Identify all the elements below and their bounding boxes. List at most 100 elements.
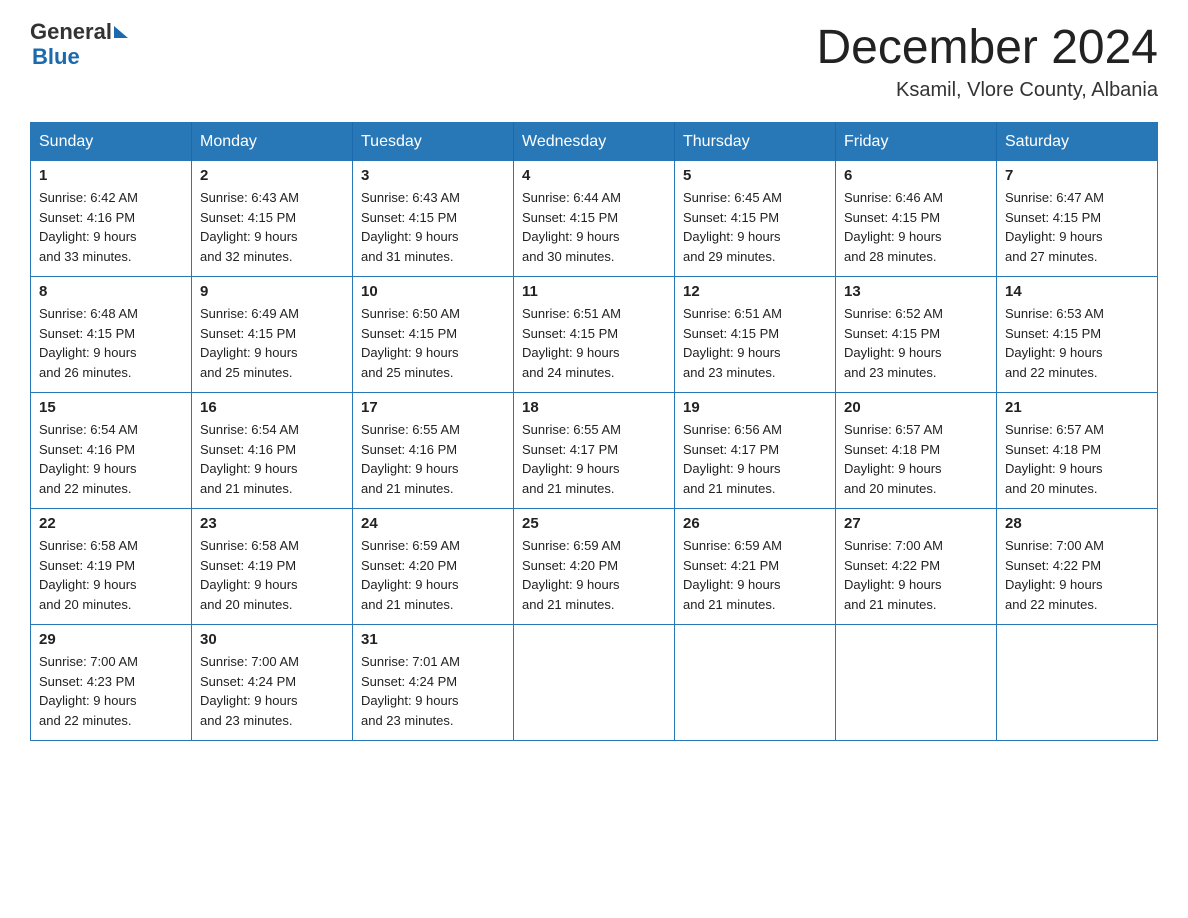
day-number: 16 xyxy=(200,399,344,416)
day-number: 28 xyxy=(1005,515,1149,532)
calendar-cell: 15 Sunrise: 6:54 AMSunset: 4:16 PMDaylig… xyxy=(31,393,192,509)
day-info: Sunrise: 6:56 AMSunset: 4:17 PMDaylight:… xyxy=(683,420,827,498)
calendar-cell: 1 Sunrise: 6:42 AMSunset: 4:16 PMDayligh… xyxy=(31,161,192,277)
calendar-header-row: SundayMondayTuesdayWednesdayThursdayFrid… xyxy=(31,123,1158,162)
day-number: 9 xyxy=(200,283,344,300)
calendar-cell: 14 Sunrise: 6:53 AMSunset: 4:15 PMDaylig… xyxy=(997,277,1158,393)
calendar-cell: 22 Sunrise: 6:58 AMSunset: 4:19 PMDaylig… xyxy=(31,509,192,625)
calendar-cell: 24 Sunrise: 6:59 AMSunset: 4:20 PMDaylig… xyxy=(353,509,514,625)
day-info: Sunrise: 6:53 AMSunset: 4:15 PMDaylight:… xyxy=(1005,304,1149,382)
day-info: Sunrise: 6:51 AMSunset: 4:15 PMDaylight:… xyxy=(683,304,827,382)
calendar-cell: 6 Sunrise: 6:46 AMSunset: 4:15 PMDayligh… xyxy=(836,161,997,277)
day-info: Sunrise: 6:48 AMSunset: 4:15 PMDaylight:… xyxy=(39,304,183,382)
calendar-cell xyxy=(514,625,675,741)
calendar-cell: 16 Sunrise: 6:54 AMSunset: 4:16 PMDaylig… xyxy=(192,393,353,509)
logo-text-blue: Blue xyxy=(30,44,128,70)
day-info: Sunrise: 7:01 AMSunset: 4:24 PMDaylight:… xyxy=(361,652,505,730)
day-info: Sunrise: 6:42 AMSunset: 4:16 PMDaylight:… xyxy=(39,188,183,266)
calendar-cell: 11 Sunrise: 6:51 AMSunset: 4:15 PMDaylig… xyxy=(514,277,675,393)
day-number: 10 xyxy=(361,283,505,300)
calendar-cell: 8 Sunrise: 6:48 AMSunset: 4:15 PMDayligh… xyxy=(31,277,192,393)
day-info: Sunrise: 6:44 AMSunset: 4:15 PMDaylight:… xyxy=(522,188,666,266)
calendar-cell: 7 Sunrise: 6:47 AMSunset: 4:15 PMDayligh… xyxy=(997,161,1158,277)
calendar-cell: 12 Sunrise: 6:51 AMSunset: 4:15 PMDaylig… xyxy=(675,277,836,393)
day-number: 18 xyxy=(522,399,666,416)
day-number: 20 xyxy=(844,399,988,416)
day-number: 21 xyxy=(1005,399,1149,416)
day-number: 2 xyxy=(200,167,344,184)
col-header-wednesday: Wednesday xyxy=(514,123,675,162)
day-info: Sunrise: 6:59 AMSunset: 4:20 PMDaylight:… xyxy=(522,536,666,614)
day-info: Sunrise: 6:47 AMSunset: 4:15 PMDaylight:… xyxy=(1005,188,1149,266)
calendar-cell: 2 Sunrise: 6:43 AMSunset: 4:15 PMDayligh… xyxy=(192,161,353,277)
day-number: 11 xyxy=(522,283,666,300)
calendar-cell: 23 Sunrise: 6:58 AMSunset: 4:19 PMDaylig… xyxy=(192,509,353,625)
calendar-cell: 9 Sunrise: 6:49 AMSunset: 4:15 PMDayligh… xyxy=(192,277,353,393)
calendar-cell: 31 Sunrise: 7:01 AMSunset: 4:24 PMDaylig… xyxy=(353,625,514,741)
week-row-1: 1 Sunrise: 6:42 AMSunset: 4:16 PMDayligh… xyxy=(31,161,1158,277)
day-info: Sunrise: 6:57 AMSunset: 4:18 PMDaylight:… xyxy=(844,420,988,498)
calendar-cell: 20 Sunrise: 6:57 AMSunset: 4:18 PMDaylig… xyxy=(836,393,997,509)
week-row-4: 22 Sunrise: 6:58 AMSunset: 4:19 PMDaylig… xyxy=(31,509,1158,625)
day-number: 22 xyxy=(39,515,183,532)
calendar-cell: 17 Sunrise: 6:55 AMSunset: 4:16 PMDaylig… xyxy=(353,393,514,509)
day-info: Sunrise: 6:54 AMSunset: 4:16 PMDaylight:… xyxy=(39,420,183,498)
day-number: 8 xyxy=(39,283,183,300)
day-number: 7 xyxy=(1005,167,1149,184)
calendar-cell: 29 Sunrise: 7:00 AMSunset: 4:23 PMDaylig… xyxy=(31,625,192,741)
day-number: 3 xyxy=(361,167,505,184)
day-number: 6 xyxy=(844,167,988,184)
day-info: Sunrise: 6:54 AMSunset: 4:16 PMDaylight:… xyxy=(200,420,344,498)
day-number: 27 xyxy=(844,515,988,532)
day-number: 31 xyxy=(361,631,505,648)
day-number: 14 xyxy=(1005,283,1149,300)
calendar-cell: 25 Sunrise: 6:59 AMSunset: 4:20 PMDaylig… xyxy=(514,509,675,625)
calendar-cell xyxy=(997,625,1158,741)
calendar-cell: 3 Sunrise: 6:43 AMSunset: 4:15 PMDayligh… xyxy=(353,161,514,277)
col-header-monday: Monday xyxy=(192,123,353,162)
day-info: Sunrise: 6:57 AMSunset: 4:18 PMDaylight:… xyxy=(1005,420,1149,498)
calendar-cell: 18 Sunrise: 6:55 AMSunset: 4:17 PMDaylig… xyxy=(514,393,675,509)
day-info: Sunrise: 6:49 AMSunset: 4:15 PMDaylight:… xyxy=(200,304,344,382)
calendar-cell: 10 Sunrise: 6:50 AMSunset: 4:15 PMDaylig… xyxy=(353,277,514,393)
calendar-cell: 21 Sunrise: 6:57 AMSunset: 4:18 PMDaylig… xyxy=(997,393,1158,509)
col-header-thursday: Thursday xyxy=(675,123,836,162)
day-number: 26 xyxy=(683,515,827,532)
day-info: Sunrise: 7:00 AMSunset: 4:22 PMDaylight:… xyxy=(1005,536,1149,614)
day-info: Sunrise: 7:00 AMSunset: 4:23 PMDaylight:… xyxy=(39,652,183,730)
day-number: 1 xyxy=(39,167,183,184)
week-row-5: 29 Sunrise: 7:00 AMSunset: 4:23 PMDaylig… xyxy=(31,625,1158,741)
calendar-cell: 5 Sunrise: 6:45 AMSunset: 4:15 PMDayligh… xyxy=(675,161,836,277)
day-info: Sunrise: 6:55 AMSunset: 4:16 PMDaylight:… xyxy=(361,420,505,498)
day-number: 29 xyxy=(39,631,183,648)
day-number: 5 xyxy=(683,167,827,184)
calendar-cell: 26 Sunrise: 6:59 AMSunset: 4:21 PMDaylig… xyxy=(675,509,836,625)
col-header-saturday: Saturday xyxy=(997,123,1158,162)
day-info: Sunrise: 6:58 AMSunset: 4:19 PMDaylight:… xyxy=(39,536,183,614)
week-row-2: 8 Sunrise: 6:48 AMSunset: 4:15 PMDayligh… xyxy=(31,277,1158,393)
calendar-cell xyxy=(675,625,836,741)
calendar-cell: 4 Sunrise: 6:44 AMSunset: 4:15 PMDayligh… xyxy=(514,161,675,277)
day-number: 13 xyxy=(844,283,988,300)
logo-arrow-icon xyxy=(114,26,128,38)
day-number: 4 xyxy=(522,167,666,184)
day-number: 17 xyxy=(361,399,505,416)
day-number: 23 xyxy=(200,515,344,532)
day-number: 24 xyxy=(361,515,505,532)
calendar-cell: 27 Sunrise: 7:00 AMSunset: 4:22 PMDaylig… xyxy=(836,509,997,625)
calendar-cell: 30 Sunrise: 7:00 AMSunset: 4:24 PMDaylig… xyxy=(192,625,353,741)
day-number: 19 xyxy=(683,399,827,416)
day-info: Sunrise: 6:59 AMSunset: 4:21 PMDaylight:… xyxy=(683,536,827,614)
day-number: 25 xyxy=(522,515,666,532)
day-info: Sunrise: 6:43 AMSunset: 4:15 PMDaylight:… xyxy=(361,188,505,266)
calendar-cell xyxy=(836,625,997,741)
day-info: Sunrise: 6:50 AMSunset: 4:15 PMDaylight:… xyxy=(361,304,505,382)
day-info: Sunrise: 7:00 AMSunset: 4:22 PMDaylight:… xyxy=(844,536,988,614)
day-info: Sunrise: 6:52 AMSunset: 4:15 PMDaylight:… xyxy=(844,304,988,382)
day-info: Sunrise: 6:58 AMSunset: 4:19 PMDaylight:… xyxy=(200,536,344,614)
logo: General Blue xyxy=(30,20,128,70)
calendar-cell: 13 Sunrise: 6:52 AMSunset: 4:15 PMDaylig… xyxy=(836,277,997,393)
calendar-table: SundayMondayTuesdayWednesdayThursdayFrid… xyxy=(30,122,1158,741)
logo-text-general: General xyxy=(30,20,112,44)
day-info: Sunrise: 7:00 AMSunset: 4:24 PMDaylight:… xyxy=(200,652,344,730)
